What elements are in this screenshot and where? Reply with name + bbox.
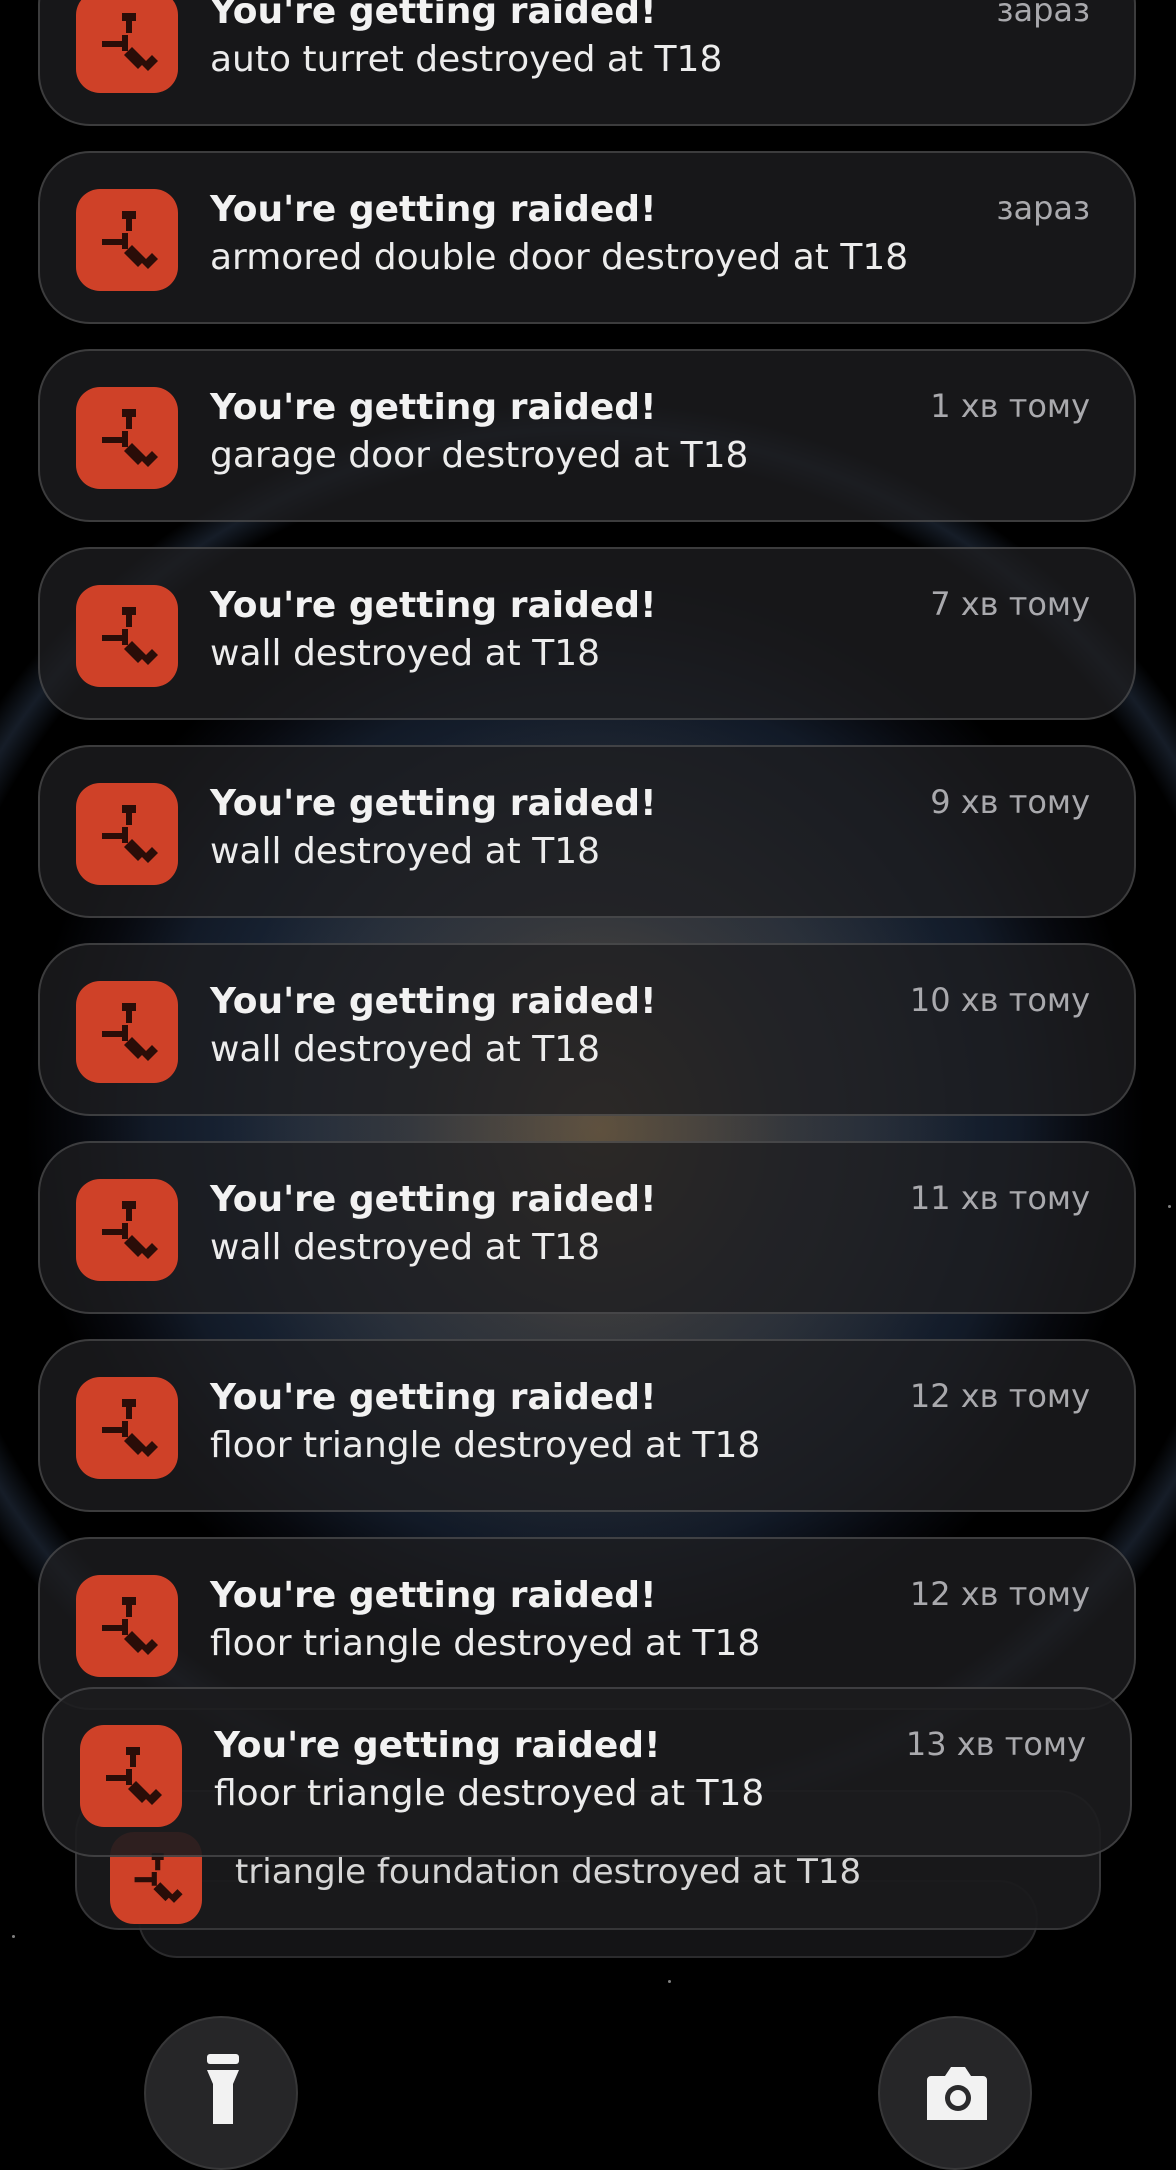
rust-app-icon [76, 387, 178, 489]
rust-app-icon [80, 1725, 182, 1827]
notification-timestamp: 7 хв тому [930, 585, 1090, 623]
notification-timestamp: 11 хв тому [909, 1179, 1090, 1217]
notification-timestamp: 10 хв тому [909, 981, 1090, 1019]
notification-body: armored double door destroyed at T18 [210, 237, 909, 278]
notification-title: You're getting raided! [210, 387, 657, 428]
notification-body: wall destroyed at T18 [210, 1227, 601, 1268]
notification-body: wall destroyed at T18 [210, 1029, 601, 1070]
rust-app-icon [76, 585, 178, 687]
notification-timestamp: зараз [996, 189, 1090, 227]
rust-app-icon [76, 1377, 178, 1479]
rust-app-icon [76, 189, 178, 291]
notification-card[interactable]: You're getting raided! wall destroyed at … [38, 745, 1136, 918]
flashlight-icon [207, 2054, 239, 2124]
camera-icon [927, 2067, 987, 2120]
rust-app-icon [76, 981, 178, 1083]
notification-timestamp: 9 хв тому [930, 783, 1090, 821]
notification-timestamp: 1 хв тому [930, 387, 1090, 425]
rust-app-icon [76, 0, 178, 93]
notification-card[interactable]: You're getting raided! floor triangle des… [38, 1339, 1136, 1512]
notification-card[interactable]: You're getting raided! armored double doo… [38, 151, 1136, 324]
notification-title: You're getting raided! [210, 981, 657, 1022]
notification-title: You're getting raided! [210, 1377, 657, 1418]
notification-body: wall destroyed at T18 [210, 831, 601, 872]
camera-button[interactable] [878, 2016, 1032, 2170]
notification-body: wall destroyed at T18 [210, 633, 601, 674]
notification-title: You're getting raided! [214, 1725, 661, 1766]
notification-title: You're getting raided! [210, 585, 657, 626]
notification-card[interactable]: You're getting raided! wall destroyed at … [38, 547, 1136, 720]
star [12, 1935, 15, 1938]
notification-card[interactable]: You're getting raided! wall destroyed at … [38, 943, 1136, 1116]
star [1168, 1205, 1171, 1208]
rust-app-icon [76, 1575, 178, 1677]
notification-card[interactable]: You're getting raided! garage door destro… [38, 349, 1136, 522]
notification-title: You're getting raided! [210, 783, 657, 824]
notification-body: floor triangle destroyed at T18 [210, 1425, 761, 1466]
rust-app-icon [76, 1179, 178, 1281]
notification-body: garage door destroyed at T18 [210, 435, 749, 476]
notification-title: You're getting raided! [210, 0, 657, 32]
notification-timestamp: 12 хв тому [909, 1575, 1090, 1613]
rust-app-icon [76, 783, 178, 885]
notification-title: You're getting raided! [210, 189, 657, 230]
notification-card[interactable]: You're getting raided! floor triangle des… [42, 1687, 1132, 1857]
star [668, 1980, 671, 1983]
notification-card[interactable]: You're getting raided! floor triangle des… [38, 1537, 1136, 1710]
notification-body: triangle foundation destroyed at T18 [235, 1852, 862, 1892]
notification-card[interactable]: You're getting raided! auto turret destro… [38, 0, 1136, 126]
notification-title: You're getting raided! [210, 1575, 657, 1616]
notification-body: floor triangle destroyed at T18 [210, 1623, 761, 1664]
notification-timestamp: зараз [996, 0, 1090, 29]
notification-timestamp: 12 хв тому [909, 1377, 1090, 1415]
notification-title: You're getting raided! [210, 1179, 657, 1220]
flashlight-button[interactable] [144, 2016, 298, 2170]
notification-timestamp: 13 хв тому [905, 1725, 1086, 1763]
notification-card[interactable]: You're getting raided! wall destroyed at … [38, 1141, 1136, 1314]
notification-body: auto turret destroyed at T18 [210, 39, 723, 80]
notification-body: floor triangle destroyed at T18 [214, 1773, 765, 1814]
